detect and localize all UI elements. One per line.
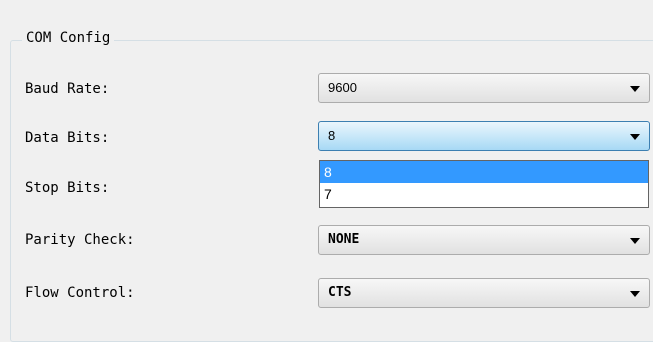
chevron-down-icon bbox=[630, 86, 640, 92]
flow-control-select[interactable]: CTS bbox=[318, 278, 650, 308]
baud-rate-label: Baud Rate: bbox=[25, 81, 110, 97]
baud-rate-select[interactable]: 9600 bbox=[318, 73, 650, 103]
group-title: COM Config bbox=[22, 30, 115, 46]
chevron-down-icon bbox=[630, 291, 640, 297]
dropdown-option-7[interactable]: 7 bbox=[320, 183, 648, 205]
flow-control-label: Flow Control: bbox=[25, 285, 135, 301]
dropdown-option-8[interactable]: 8 bbox=[320, 161, 648, 183]
parity-check-value: NONE bbox=[328, 232, 360, 247]
chevron-down-icon bbox=[630, 134, 640, 140]
chevron-down-icon bbox=[630, 238, 640, 244]
parity-check-label: Parity Check: bbox=[25, 232, 135, 248]
data-bits-dropdown-list: 8 7 bbox=[319, 160, 649, 208]
stop-bits-label: Stop Bits: bbox=[25, 180, 110, 196]
baud-rate-value: 9600 bbox=[328, 80, 357, 95]
parity-check-select[interactable]: NONE bbox=[318, 225, 650, 255]
data-bits-select[interactable]: 8 bbox=[318, 121, 650, 151]
data-bits-label: Data Bits: bbox=[25, 130, 110, 146]
flow-control-value: CTS bbox=[328, 285, 352, 300]
data-bits-value: 8 bbox=[328, 128, 336, 143]
